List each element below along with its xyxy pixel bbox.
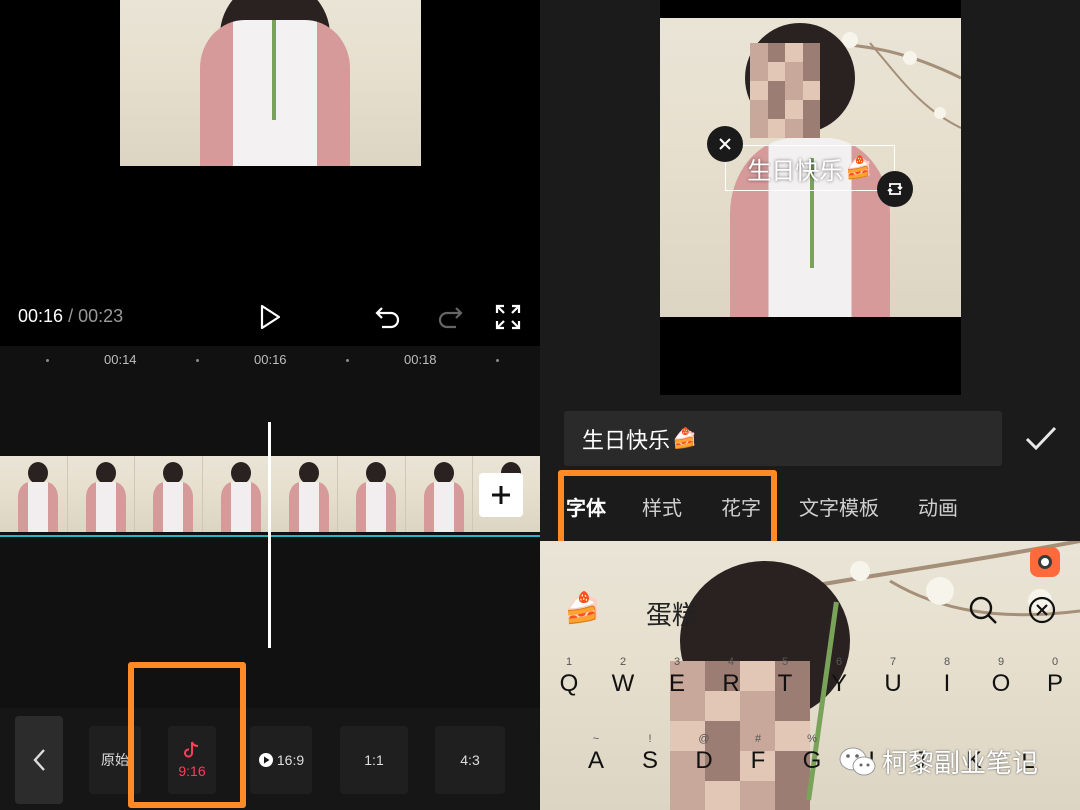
key-hint: 8 [943, 656, 951, 668]
preview-canvas [120, 0, 421, 285]
tab-text-template[interactable]: 文字模板 [799, 492, 879, 521]
cake-emoji-icon[interactable]: 🍰 [564, 591, 601, 626]
chevron-left-icon [33, 749, 45, 771]
ruler-tick [196, 359, 199, 362]
key-o[interactable]: O [981, 670, 1021, 698]
check-icon [1025, 426, 1057, 451]
highlight-box-ratio [128, 662, 246, 808]
cake-emoji-icon: 🍰 [672, 428, 697, 450]
wechat-icon [839, 747, 876, 775]
rotate-scale-button[interactable] [877, 171, 913, 207]
close-icon[interactable] [1028, 596, 1056, 629]
ruler-tick [46, 359, 49, 362]
time-separator: / [68, 306, 74, 326]
key-g[interactable]: G [792, 747, 832, 775]
key-hint: 2 [619, 656, 627, 668]
key-hint: 9 [997, 656, 1005, 668]
close-icon [719, 138, 731, 150]
plus-icon [492, 486, 510, 504]
key-u[interactable]: U [873, 670, 913, 698]
key-hint: 0 [1051, 656, 1059, 668]
ruler-label: 00:18 [404, 352, 437, 367]
key-hint: % [807, 733, 817, 745]
key-hint: ~ [592, 733, 600, 745]
redo-icon[interactable] [436, 304, 464, 330]
total-time: 00:23 [78, 306, 124, 326]
key-hint: ! [648, 733, 652, 745]
confirm-button[interactable] [1024, 424, 1058, 459]
key-hint: 5 [781, 656, 789, 668]
ratio-4-3-label: 4:3 [460, 752, 480, 768]
ratio-4-3-button[interactable]: 4:3 [435, 726, 505, 794]
undo-icon[interactable] [374, 304, 402, 330]
key-hint: # [754, 733, 762, 745]
key-e[interactable]: E [657, 670, 697, 698]
text-input-field[interactable]: 生日快乐 🍰 [564, 411, 1002, 466]
text-overlay-box[interactable]: 生日快乐 🍰 [725, 145, 895, 191]
key-hint: 6 [835, 656, 843, 668]
key-s[interactable]: S [630, 747, 670, 775]
playback-time: 00:16 / 00:23 [18, 306, 123, 327]
ratio-original-label: 原始 [101, 752, 129, 768]
key-i[interactable]: I [927, 670, 967, 698]
ruler-tick [496, 359, 499, 362]
video-editor-panel: 00:16 / 00:23 00:14 00:16 00:18 原始 9:16 … [0, 0, 540, 810]
search-icon[interactable] [968, 595, 998, 630]
ruler-tick [346, 359, 349, 362]
text-input-value: 生日快乐 [582, 427, 671, 453]
key-hint: 7 [889, 656, 897, 668]
key-a[interactable]: A [576, 747, 616, 775]
keyboard-skin-icon[interactable] [1030, 547, 1060, 577]
preview-photo [120, 0, 421, 166]
key-t[interactable]: T [765, 670, 805, 698]
current-time: 00:16 [18, 306, 64, 326]
text-editor-panel: 生日快乐 🍰 生日快乐 🍰 字体 样式 花字 文字模板 动画 🍰 蛋糕 1 Q … [540, 0, 1080, 810]
ruler-label: 00:16 [254, 352, 287, 367]
cake-emoji-icon: 🍰 [845, 155, 873, 180]
keyboard-row-1: 1 Q 2 W 3 E 4 R 5 T 6 Y 7 U 8 I 9 O 0 P [549, 656, 1071, 706]
watermark: 柯黎副业笔记 [838, 743, 1038, 780]
ratio-toolbar: 原始 9:16 16:9 1:1 4:3 [0, 708, 540, 810]
key-hint: @ [698, 733, 710, 745]
key-hint: 3 [673, 656, 681, 668]
ratio-1-1-button[interactable]: 1:1 [340, 726, 408, 794]
delete-text-button[interactable] [707, 126, 743, 162]
play-icon[interactable] [258, 304, 282, 330]
fullscreen-icon[interactable] [495, 304, 521, 330]
watermark-text: 柯黎副业笔记 [882, 748, 1039, 778]
key-w[interactable]: W [603, 670, 643, 698]
ratio-16-9-button[interactable]: 16:9 [250, 726, 312, 794]
key-d[interactable]: D [684, 747, 724, 775]
key-r[interactable]: R [711, 670, 751, 698]
keyboard-area: 🍰 蛋糕 1 Q 2 W 3 E 4 R 5 T 6 Y 7 U 8 I 9 O [540, 541, 1080, 810]
preview-canvas: 生日快乐 🍰 [660, 0, 961, 395]
key-p[interactable]: P [1035, 670, 1075, 698]
key-hint: 1 [565, 656, 573, 668]
rotate-icon [887, 183, 903, 195]
add-clip-button[interactable] [479, 473, 523, 517]
back-button[interactable] [15, 716, 63, 804]
timeline-area[interactable]: 00:14 00:16 00:18 [0, 346, 540, 708]
key-q[interactable]: Q [549, 670, 589, 698]
text-overlay: 生日快乐 [747, 157, 844, 185]
playhead[interactable] [268, 422, 271, 648]
key-hint: 4 [727, 656, 735, 668]
key-f[interactable]: F [738, 747, 778, 775]
suggestion-word[interactable]: 蛋糕 [646, 595, 698, 632]
key-y[interactable]: Y [819, 670, 859, 698]
tab-animation[interactable]: 动画 [918, 492, 958, 521]
ratio-1-1-label: 1:1 [364, 752, 384, 768]
ruler-label: 00:14 [104, 352, 137, 367]
ratio-16-9-label: 16:9 [276, 752, 305, 768]
play-badge-icon [258, 753, 273, 767]
